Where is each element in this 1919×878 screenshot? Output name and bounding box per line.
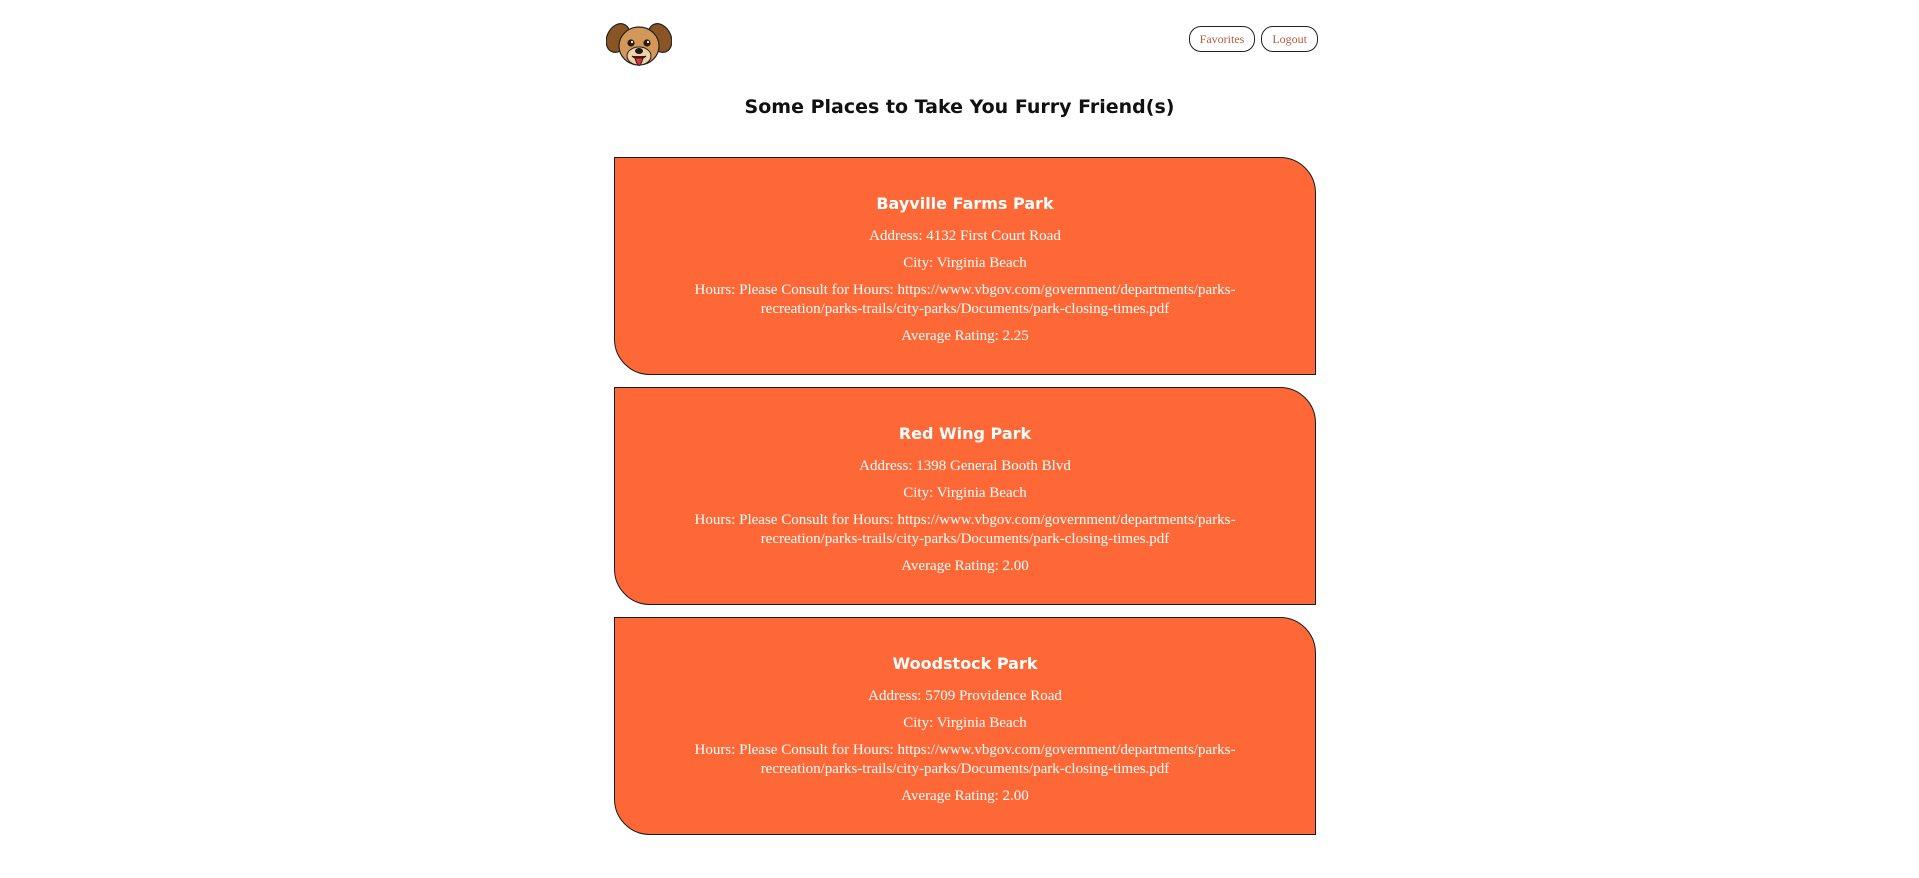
park-rating: Average Rating: 2.25 [901,328,1029,344]
favorites-button[interactable]: Favorites [1188,26,1256,52]
header: Favorites Logout [605,14,1318,80]
park-rating: Average Rating: 2.00 [901,788,1029,804]
logout-button[interactable]: Logout [1261,26,1318,52]
park-address: Address: 5709 Providence Road [868,688,1062,704]
nav-buttons: Favorites Logout [1188,26,1318,52]
park-hours: Hours: Please Consult for Hours: https:/… [694,512,1236,547]
park-card[interactable]: Woodstock Park Address: 5709 Providence … [614,617,1316,835]
park-city: City: Virginia Beach [903,715,1027,731]
park-name: Bayville Farms Park [876,194,1054,213]
park-name: Red Wing Park [898,424,1032,443]
park-city: City: Virginia Beach [903,485,1027,501]
park-name: Woodstock Park [892,654,1038,673]
dog-logo-icon[interactable] [605,18,673,80]
park-address: Address: 1398 General Booth Blvd [859,458,1071,474]
park-city: City: Virginia Beach [903,255,1027,271]
park-address: Address: 4132 First Court Road [869,228,1061,244]
park-card[interactable]: Bayville Farms Park Address: 4132 First … [614,157,1316,375]
park-hours: Hours: Please Consult for Hours: https:/… [694,742,1236,777]
park-rating: Average Rating: 2.00 [901,558,1029,574]
park-hours: Hours: Please Consult for Hours: https:/… [694,282,1236,317]
park-card[interactable]: Red Wing Park Address: 1398 General Boot… [614,387,1316,605]
page-title: Some Places to Take You Furry Friend(s) [744,96,1175,118]
park-list: Bayville Farms Park Address: 4132 First … [614,157,1316,847]
